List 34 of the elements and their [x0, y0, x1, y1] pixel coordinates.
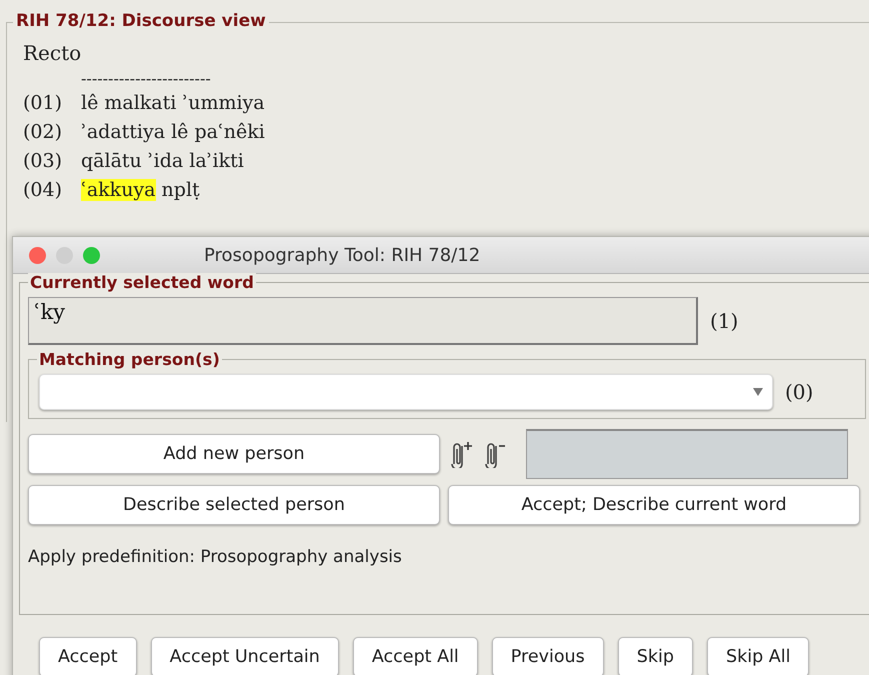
maximize-icon[interactable]	[83, 246, 100, 264]
section-heading: Recto	[23, 41, 82, 65]
predefinition-label: Apply predefinition: Prosopography analysis	[28, 547, 403, 567]
window-title: Prosopography Tool: RIH 78/12	[204, 244, 480, 266]
line-number: (03)	[23, 149, 64, 174]
group-title: Currently selected word	[28, 273, 256, 292]
describe-person-button[interactable]: Describe selected person	[28, 485, 440, 525]
line-text: lê malkati ʾummiya	[81, 91, 265, 116]
line-number: (01)	[23, 91, 64, 116]
accept-describe-button[interactable]: Accept; Describe current word	[448, 485, 860, 525]
word-count: (1)	[710, 309, 738, 333]
group-title: Matching person(s)	[37, 350, 222, 369]
line-text: qālātu ʾida laʾikti	[81, 149, 244, 174]
caret-icon	[752, 387, 764, 397]
detach-icon[interactable]	[482, 440, 508, 468]
line-text: ʾadattiya lê paʿnêki	[81, 120, 265, 145]
action-button[interactable]: Skip	[618, 637, 693, 675]
selected-word-field[interactable]: ʿky	[28, 297, 698, 345]
close-icon[interactable]	[29, 246, 46, 264]
action-button[interactable]: Accept	[39, 637, 137, 675]
attach-icon[interactable]	[448, 440, 474, 468]
line-text: ʿakkuya nplṭ	[81, 178, 200, 203]
match-count: (0)	[785, 380, 814, 404]
separator-line: ------------------------	[81, 69, 212, 89]
add-person-button[interactable]: Add new person	[28, 434, 440, 474]
action-button[interactable]: Accept All	[352, 637, 478, 675]
action-button[interactable]: Previous	[492, 637, 604, 675]
panel-title: RIH 78/12: Discourse view	[13, 11, 269, 31]
action-button[interactable]: Accept Uncertain	[150, 637, 339, 675]
line-number: (04)	[23, 178, 64, 203]
action-button[interactable]: Skip All	[706, 637, 810, 675]
person-dropdown[interactable]	[39, 374, 773, 410]
minimize-icon[interactable]	[56, 246, 73, 264]
line-number: (02)	[23, 120, 64, 145]
